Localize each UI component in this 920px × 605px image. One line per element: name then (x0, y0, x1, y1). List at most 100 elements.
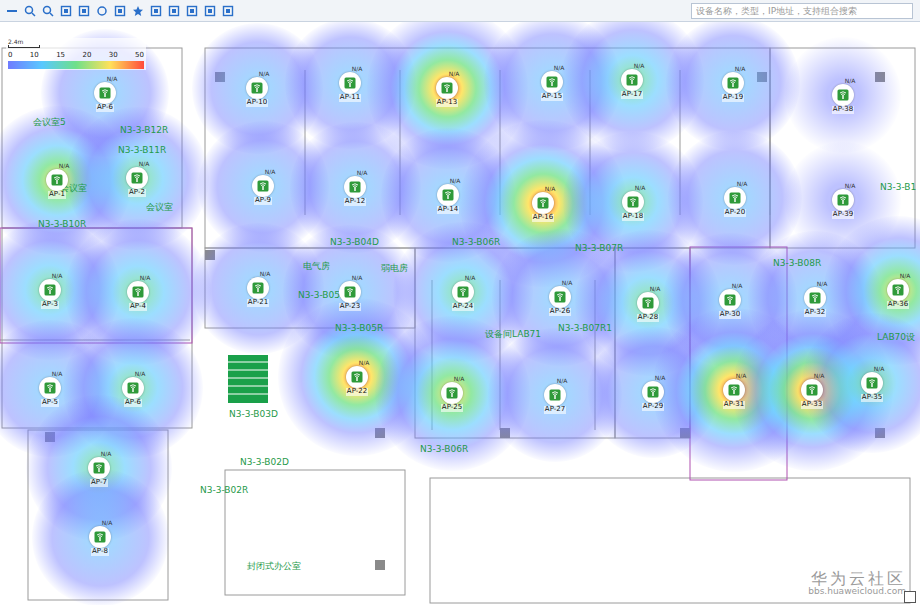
star-icon[interactable] (132, 5, 144, 17)
ap-marker[interactable]: N/AAP-7 (79, 451, 119, 491)
ap-marker[interactable]: N/AAP-20 (715, 181, 755, 221)
ap-status: N/A (817, 281, 828, 287)
ap-label: AP-10 (246, 99, 268, 107)
ap-marker[interactable]: N/AAP-14 (428, 178, 468, 218)
ap-marker[interactable]: N/AAP-9 (243, 169, 283, 209)
ap-marker[interactable]: N/AAP-4 (118, 275, 158, 315)
ap-icon (861, 372, 883, 394)
ap-icon (622, 191, 644, 213)
ap-marker[interactable]: N/A AP-30 (710, 283, 750, 323)
room-label: 电气房 (303, 262, 330, 272)
ap-marker[interactable]: N/AAP-23 (330, 275, 370, 315)
ap-icon (39, 279, 61, 301)
ap-marker[interactable]: N/AAP-3 (30, 273, 70, 313)
ap-label: AP-29 (642, 403, 664, 411)
room-label: N3-3-B08R (773, 259, 821, 269)
ap-marker[interactable]: N/AAP-15 (532, 65, 572, 105)
ap-status: N/A (449, 71, 460, 77)
ap-marker[interactable]: N/AAP-6 (113, 371, 153, 411)
ap-status: N/A (732, 283, 743, 289)
legend-tick: 20 (82, 52, 91, 59)
ap-marker[interactable]: N/AAP-28 (628, 286, 668, 326)
fullscreen-icon[interactable] (78, 5, 90, 17)
ap-marker[interactable]: N/A AP-8 (80, 520, 120, 560)
ap-marker[interactable]: N/AAP-36 (878, 273, 918, 313)
ap-marker[interactable]: N/AAP-11 (330, 66, 370, 106)
ap-marker[interactable]: N/AAP-13 (427, 71, 467, 111)
ap-icon (532, 192, 554, 214)
ap-status: N/A (101, 451, 112, 457)
ap-icon (441, 382, 463, 404)
ap-icon (832, 189, 854, 211)
print-icon[interactable] (186, 5, 198, 17)
ap-label: AP-28 (637, 314, 659, 322)
access-points: N/AAP-6N/AAP-10N/AAP-11N/AAP-13N/AAP-15N… (0, 22, 920, 605)
ap-label: AP-14 (437, 206, 459, 214)
ap-status: N/A (107, 76, 118, 82)
ap-marker[interactable]: N/AAP-22 (337, 360, 377, 400)
ap-marker[interactable]: N/AAP-29 (633, 375, 673, 415)
export-icon[interactable] (222, 5, 234, 17)
room-label: 设备间LAB71 (485, 330, 541, 340)
ap-label: AP-30 (719, 311, 741, 319)
legend-tick: 15 (56, 52, 65, 59)
ap-marker[interactable]: N/AAP-31 (714, 373, 754, 413)
grid-icon[interactable] (114, 5, 126, 17)
ap-marker[interactable]: N/AAP-32 (795, 281, 835, 321)
ap-status: N/A (265, 169, 276, 175)
ap-label: AP-6 (96, 104, 114, 112)
ap-marker[interactable]: N/AAP-38 (823, 78, 863, 118)
ap-marker[interactable]: N/AAP-26 (540, 280, 580, 320)
ap-icon (719, 289, 741, 311)
back-icon[interactable] (6, 5, 18, 17)
home-icon[interactable] (150, 5, 162, 17)
ap-icon (122, 377, 144, 399)
ap-label: AP-8 (91, 548, 109, 556)
ap-marker[interactable]: N/AAP-35 (852, 366, 892, 406)
zoom-out-icon[interactable] (42, 5, 54, 17)
ap-status: N/A (845, 78, 856, 84)
ap-label: AP-24 (452, 303, 474, 311)
search-field[interactable] (691, 3, 913, 19)
ap-icon (339, 281, 361, 303)
ap-icon (436, 77, 458, 99)
heatmap (0, 22, 920, 605)
ap-marker[interactable]: N/AAP-10 (237, 71, 277, 111)
ap-marker[interactable]: N/AAP-17 (612, 63, 652, 103)
legend-ticks: 01015203050 (8, 52, 144, 59)
ap-status: N/A (357, 170, 368, 176)
ap-marker[interactable]: N/AAP-1 (37, 163, 77, 203)
ap-marker[interactable]: N/AAP-39 (823, 183, 863, 223)
ap-marker[interactable]: N/AAP-19 (713, 66, 753, 106)
edit-icon[interactable] (168, 5, 180, 17)
refresh-icon[interactable] (96, 5, 108, 17)
scale-bar: 2.4m (8, 39, 144, 48)
zoom-in-icon[interactable] (24, 5, 36, 17)
ap-marker[interactable]: N/AAP-5 (30, 371, 70, 411)
ap-status: N/A (102, 520, 113, 526)
floor-plan[interactable]: 会议室5N3-3-B12RN3-3-B11R会议室会议室N3-3-B10RN3-… (0, 22, 920, 605)
ap-marker[interactable]: N/AAP-18 (613, 185, 653, 225)
ap-marker[interactable]: N/AAP-27 (535, 378, 575, 418)
copy-icon[interactable] (204, 5, 216, 17)
ap-marker[interactable]: N/A AP-6 (85, 76, 125, 116)
ap-icon (246, 77, 268, 99)
ap-marker[interactable]: N/AAP-16 (523, 186, 563, 226)
room-label: N3-3-B06R (452, 238, 500, 248)
ap-icon (544, 384, 566, 406)
ap-marker[interactable]: N/AAP-2 (117, 161, 157, 201)
ap-marker[interactable]: N/AAP-25 (432, 376, 472, 416)
ap-status: N/A (900, 273, 911, 279)
ap-status: N/A (814, 373, 825, 379)
fit-icon[interactable] (60, 5, 72, 17)
ap-marker[interactable]: N/AAP-24 (443, 275, 483, 315)
room-label: 封闭式办公室 (247, 562, 301, 572)
ap-icon (621, 69, 643, 91)
ap-marker[interactable]: N/AAP-21 (238, 271, 278, 311)
ap-marker[interactable]: N/AAP-33 (792, 373, 832, 413)
ap-status: N/A (874, 366, 885, 372)
corner-button[interactable] (904, 591, 916, 603)
room-labels: 会议室5N3-3-B12RN3-3-B11R会议室会议室N3-3-B10RN3-… (0, 22, 920, 605)
ap-marker[interactable]: N/AAP-12 (335, 170, 375, 210)
ap-status: N/A (135, 371, 146, 377)
